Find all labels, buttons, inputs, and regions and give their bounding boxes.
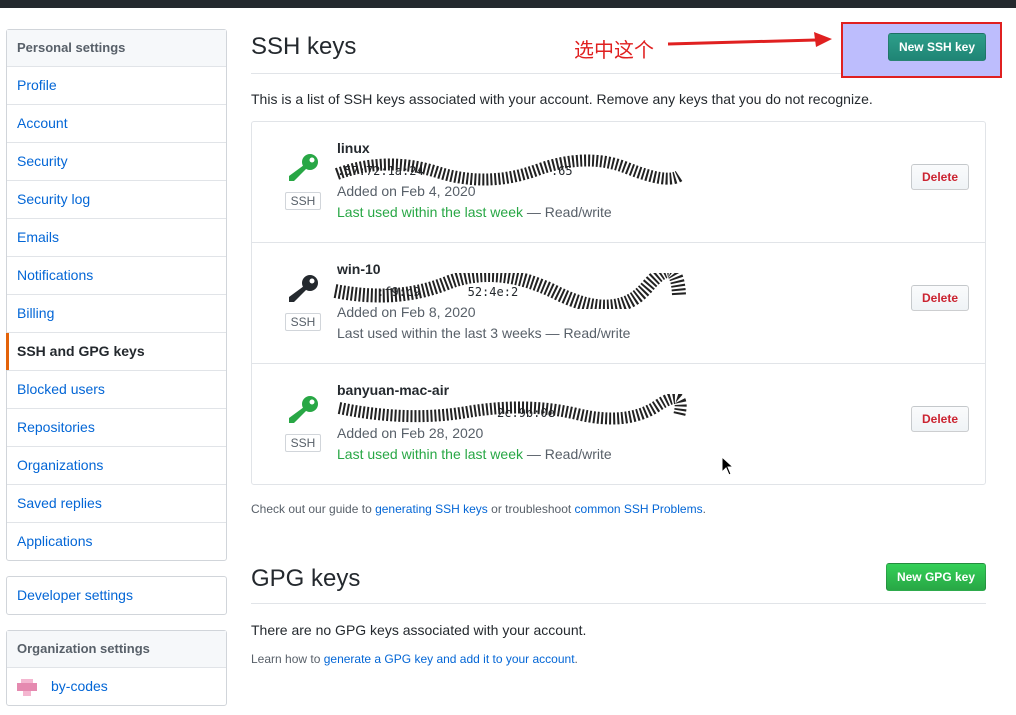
sidebar-item-org-by-codes[interactable]: by-codes [7, 668, 226, 705]
ssh-key-last-used: Last used within the last week — Read/wr… [337, 204, 612, 220]
learn-prefix: Learn how to [251, 652, 324, 666]
ssh-key-added-date: Added on Feb 4, 2020 [337, 183, 476, 199]
guide-prefix: Check out our guide to [251, 502, 376, 516]
developer-settings-menu: Developer settings [6, 576, 227, 615]
personal-settings-heading: Personal settings [7, 30, 226, 67]
gpg-keys-title: GPG keys [251, 565, 361, 592]
access-level: — Read/write [523, 204, 612, 220]
last-used-text: Last used within the last week [337, 204, 523, 220]
sidebar-item-applications[interactable]: Applications [7, 523, 226, 560]
sidebar-item-emails[interactable]: Emails [7, 219, 226, 257]
sidebar-item-billing[interactable]: Billing [7, 295, 226, 333]
key-icon [289, 275, 318, 302]
organization-settings-menu: Organization settings by-codes [6, 630, 227, 706]
ssh-key-added-date: Added on Feb 28, 2020 [337, 425, 484, 441]
sidebar-item-saved-replies[interactable]: Saved replies [7, 485, 226, 523]
sidebar-item-account[interactable]: Account [7, 105, 226, 143]
org-avatar [17, 677, 37, 698]
sidebar-item-notifications[interactable]: Notifications [7, 257, 226, 295]
sidebar-item-security[interactable]: Security [7, 143, 226, 181]
sidebar-item-security-log[interactable]: Security log [7, 181, 226, 219]
key-icon [289, 396, 318, 423]
annotation-label: 选中这个 [574, 38, 654, 62]
learn-suffix: . [574, 652, 578, 666]
mouse-cursor-icon [721, 456, 735, 476]
personal-settings-menu: Personal settings Profile Account Securi… [6, 29, 227, 561]
ssh-badge: SSH [285, 434, 321, 452]
guide-suffix: . [702, 502, 706, 516]
sidebar-item-repositories[interactable]: Repositories [7, 409, 226, 447]
guide-middle: or troubleshoot [487, 502, 575, 516]
new-ssh-key-button[interactable]: New SSH key [888, 33, 986, 61]
access-level: — Read/write [541, 325, 631, 341]
organization-settings-heading: Organization settings [7, 631, 226, 668]
last-used-text: Last used within the last week [337, 446, 523, 462]
delete-button[interactable]: Delete [911, 285, 969, 311]
ssh-key-last-used: Last used within the last 3 weeks — Read… [337, 325, 630, 341]
sidebar-item-organizations[interactable]: Organizations [7, 447, 226, 485]
annotation-arrow [667, 32, 832, 47]
sidebar-item-profile[interactable]: Profile [7, 67, 226, 105]
generating-ssh-keys-link[interactable]: generating SSH keys [375, 502, 488, 516]
access-level: — Read/write [523, 446, 612, 462]
sidebar-item-blocked-users[interactable]: Blocked users [7, 371, 226, 409]
ssh-key-added-date: Added on Feb 8, 2020 [337, 304, 476, 320]
sidebar-item-developer-settings[interactable]: Developer settings [7, 577, 226, 614]
new-gpg-key-button[interactable]: New GPG key [886, 563, 986, 591]
common-ssh-problems-link[interactable]: common SSH Problems [575, 502, 703, 516]
ssh-key-list: SSH linux :57:72:1a:24 :65 Added on Feb … [251, 121, 986, 485]
ssh-badge: SSH [285, 192, 321, 210]
delete-button[interactable]: Delete [911, 406, 969, 432]
key-icon [289, 154, 318, 181]
top-header-bar [0, 0, 1016, 8]
ssh-key-last-used: Last used within the last week — Read/wr… [337, 446, 612, 462]
generate-gpg-key-link[interactable]: generate a GPG key and add it to your ac… [324, 652, 575, 666]
ssh-key-row: SSH win-10 :f9:c9 52:4e:2 Added on Feb 8… [252, 243, 985, 364]
ssh-key-row: SSH linux :57:72:1a:24 :65 Added on Feb … [252, 122, 985, 243]
gpg-keys-subhead: GPG keys [251, 552, 986, 604]
ssh-description: This is a list of SSH keys associated wi… [251, 91, 873, 107]
sidebar-item-ssh-gpg-keys[interactable]: SSH and GPG keys [6, 333, 226, 371]
no-gpg-keys-message: There are no GPG keys associated with yo… [251, 622, 587, 638]
org-name: by-codes [51, 678, 108, 694]
ssh-key-row: SSH banyuan-mac-air 2c:9b:0e Added on Fe… [252, 364, 985, 484]
gpg-learn-text: Learn how to generate a GPG key and add … [251, 652, 578, 666]
last-used-text: Last used within the last 3 weeks [337, 325, 542, 341]
ssh-badge: SSH [285, 313, 321, 331]
ssh-guide-text: Check out our guide to generating SSH ke… [251, 502, 706, 516]
ssh-keys-title: SSH keys [251, 33, 357, 60]
delete-button[interactable]: Delete [911, 164, 969, 190]
